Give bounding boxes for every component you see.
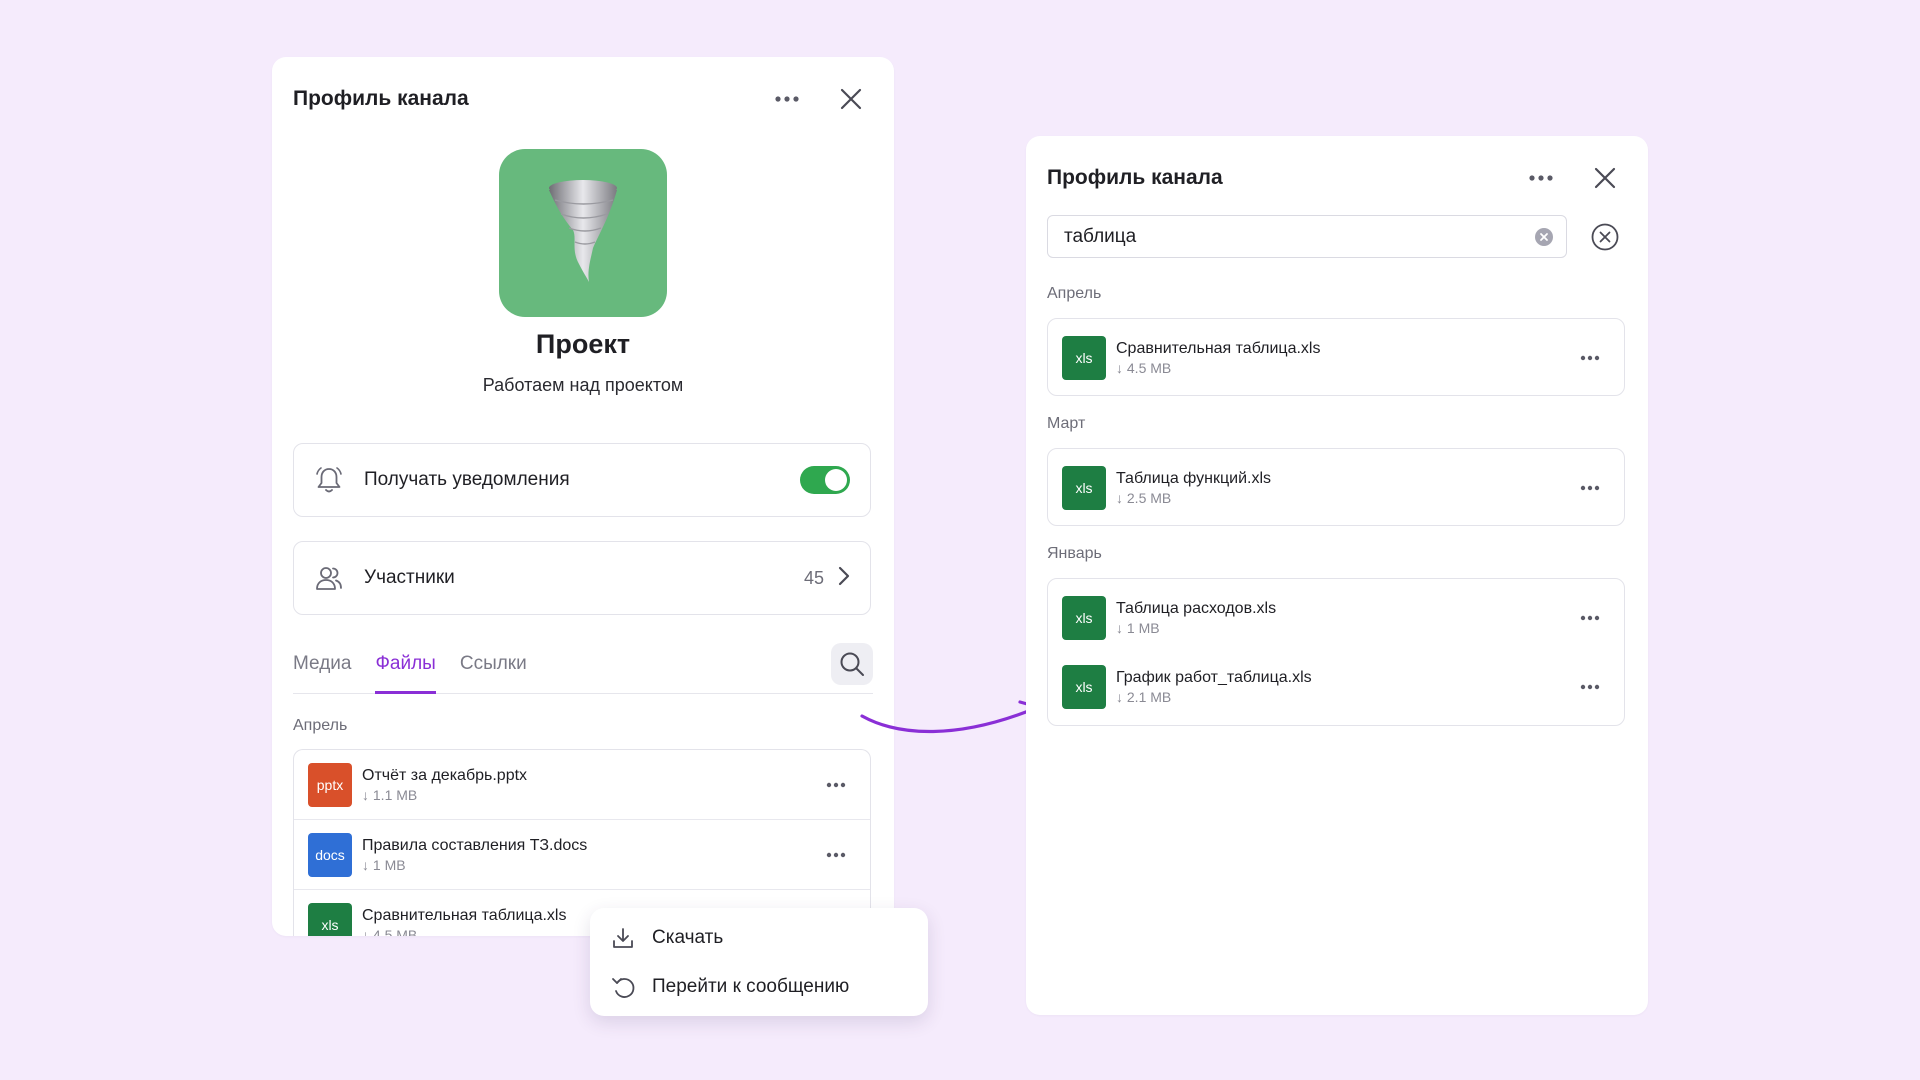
- members-count: 45: [803, 567, 824, 588]
- panel-header: Профиль канала: [1047, 156, 1627, 200]
- users-icon: [314, 563, 344, 593]
- file-name: График работ_таблица.xls: [1116, 668, 1312, 686]
- file-more-button[interactable]: [1570, 667, 1610, 707]
- channel-profile-search-panel: Профиль канала Апрель xls Сравнительная …: [1026, 136, 1648, 1015]
- more-options-button[interactable]: [765, 77, 809, 121]
- docs-file-icon: docs: [308, 832, 352, 877]
- more-horizontal-icon: [1580, 355, 1600, 360]
- file-list: xls Таблица функций.xls ↓ 2.5 MB: [1047, 448, 1625, 526]
- search-button[interactable]: [831, 643, 873, 685]
- more-horizontal-icon: [775, 96, 799, 102]
- more-horizontal-icon: [1529, 175, 1553, 181]
- tab-media[interactable]: Медиа: [293, 643, 351, 691]
- xls-file-icon: xls: [308, 902, 352, 936]
- download-icon: [610, 925, 636, 951]
- file-name: Таблица функций.xls: [1116, 469, 1272, 487]
- transition-arrow: [860, 700, 1040, 734]
- file-name: Отчёт за декабрь.pptx: [362, 766, 528, 784]
- channel-name: Проект: [535, 329, 631, 359]
- list-item[interactable]: pptx Отчёт за декабрь.pptx ↓ 1.1 MB: [294, 750, 870, 819]
- list-item[interactable]: xls Сравнительная таблица.xls ↓ 4.5 MB: [1048, 323, 1624, 392]
- file-size: ↓ 1.1 MB: [362, 786, 418, 803]
- search-field: [1047, 215, 1567, 258]
- file-name: Правила составления ТЗ.docs: [362, 836, 588, 854]
- reply-arrow-icon: [610, 974, 636, 1000]
- menu-item-download[interactable]: Скачать: [610, 918, 908, 958]
- section-label-april: Апрель: [293, 717, 348, 734]
- file-more-button[interactable]: [816, 835, 856, 875]
- pptx-file-icon: pptx: [308, 762, 352, 807]
- tornado-icon: [549, 180, 617, 282]
- section-label-april: Апрель: [1047, 285, 1102, 302]
- members-row[interactable]: Участники 45: [293, 541, 871, 615]
- close-icon: [840, 88, 862, 110]
- file-list: xls Сравнительная таблица.xls ↓ 4.5 MB: [1047, 318, 1625, 396]
- xls-file-icon: xls: [1062, 335, 1106, 380]
- more-horizontal-icon: [826, 782, 846, 787]
- search-input[interactable]: [1062, 224, 1534, 249]
- cancel-search-button[interactable]: [1588, 220, 1622, 254]
- tab-files[interactable]: Файлы: [375, 643, 436, 694]
- file-name: Таблица расходов.xls: [1116, 599, 1277, 617]
- file-size: ↓ 1 MB: [1116, 619, 1160, 636]
- search-icon: [840, 652, 864, 676]
- menu-item-label: Перейти к сообщению: [652, 976, 850, 997]
- file-size: ↓ 4.5 MB: [1116, 359, 1172, 376]
- file-context-menu: Скачать Перейти к сообщению: [590, 908, 928, 1016]
- channel-profile-panel: Профиль канала Проект Работаем над проек…: [272, 57, 894, 936]
- menu-item-goto-message[interactable]: Перейти к сообщению: [610, 967, 908, 1007]
- close-button[interactable]: [1583, 156, 1627, 200]
- tab-links[interactable]: Ссылки: [460, 643, 527, 691]
- notifications-toggle[interactable]: [800, 466, 850, 494]
- file-more-button[interactable]: [1570, 338, 1610, 378]
- section-label-january: Январь: [1047, 545, 1102, 562]
- more-options-button[interactable]: [1519, 156, 1563, 200]
- list-item[interactable]: xls График работ_таблица.xls ↓ 2.1 MB: [1048, 652, 1624, 721]
- list-item[interactable]: xls Таблица расходов.xls ↓ 1 MB: [1048, 583, 1624, 652]
- bell-icon: [314, 465, 344, 495]
- close-circle-icon: [1591, 223, 1619, 251]
- toggle-knob: [825, 469, 847, 491]
- file-size: ↓ 1 MB: [362, 856, 406, 873]
- section-label-march: Март: [1047, 415, 1086, 432]
- xls-file-icon: xls: [1062, 595, 1106, 640]
- more-horizontal-icon: [1580, 615, 1600, 620]
- panel-header: Профиль канала: [293, 77, 873, 121]
- panel-title: Профиль канала: [1047, 166, 1223, 189]
- more-horizontal-icon: [1580, 684, 1600, 689]
- xls-file-icon: xls: [1062, 465, 1106, 510]
- members-label: Участники: [364, 567, 455, 588]
- file-more-button[interactable]: [1570, 598, 1610, 638]
- menu-item-label: Скачать: [652, 927, 724, 948]
- more-horizontal-icon: [826, 852, 846, 857]
- clear-search-button[interactable]: [1534, 227, 1554, 247]
- panel-title: Профиль канала: [293, 87, 469, 110]
- content-tabs: Медиа Файлы Ссылки: [293, 643, 873, 694]
- file-size: ↓ 2.5 MB: [1116, 489, 1172, 506]
- list-item[interactable]: docs Правила составления ТЗ.docs ↓ 1 MB: [294, 819, 870, 889]
- channel-description: Работаем над проектом: [482, 375, 684, 395]
- close-icon: [1594, 167, 1616, 189]
- channel-avatar: [499, 149, 667, 317]
- notifications-label: Получать уведомления: [364, 469, 570, 490]
- clear-icon: [1535, 227, 1553, 246]
- close-button[interactable]: [829, 77, 873, 121]
- chevron-right-icon: [838, 566, 850, 591]
- file-more-button[interactable]: [816, 765, 856, 805]
- file-more-button[interactable]: [1570, 468, 1610, 508]
- file-list: xls Таблица расходов.xls ↓ 1 MB xls Граф…: [1047, 578, 1625, 726]
- list-item[interactable]: xls Таблица функций.xls ↓ 2.5 MB: [1048, 453, 1624, 522]
- notifications-row: Получать уведомления: [293, 443, 871, 517]
- more-horizontal-icon: [1580, 485, 1600, 490]
- file-name: Сравнительная таблица.xls: [1116, 339, 1321, 357]
- xls-file-icon: xls: [1062, 664, 1106, 709]
- file-size: ↓ 2.1 MB: [1116, 688, 1172, 705]
